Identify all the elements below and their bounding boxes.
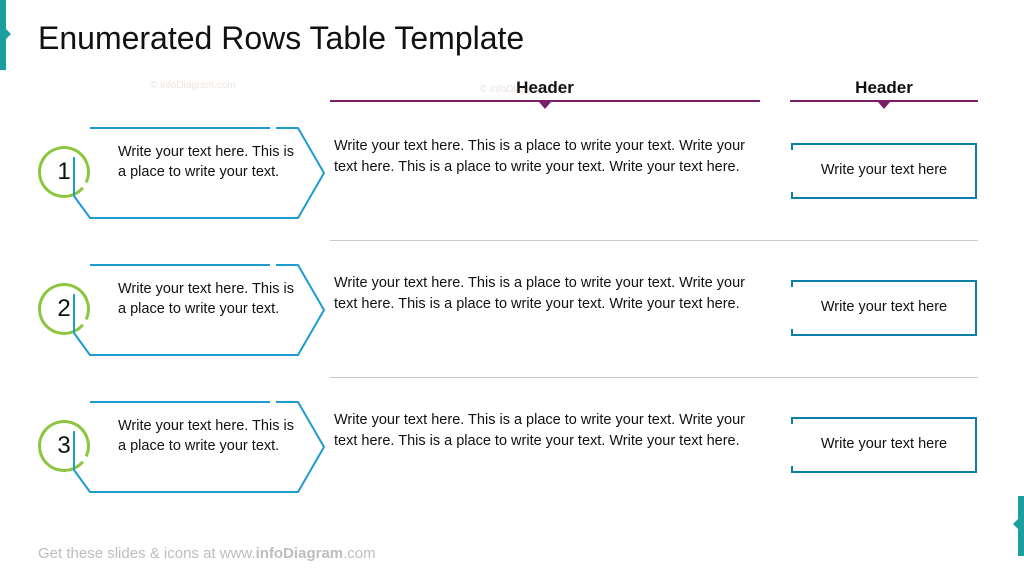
page-title: Enumerated Rows Table Template (38, 20, 524, 57)
column-header-3-rule (790, 100, 978, 102)
row-label-text: Write your text here. This is a place to… (118, 279, 300, 320)
edge-accent-right (1018, 496, 1024, 556)
footer-attribution: Get these slides & icons at www.infoDiag… (38, 545, 376, 562)
row-body-text: Write your text here. This is a place to… (334, 136, 760, 178)
row-callout-box: Write your text here (790, 279, 978, 337)
row-body-text: Write your text here. This is a place to… (334, 273, 760, 315)
slide: Enumerated Rows Table Template Header He… (0, 0, 1024, 576)
row-callout-text: Write your text here (821, 161, 947, 181)
chevron-down-icon (878, 102, 890, 109)
edge-accent-left (0, 0, 6, 70)
row-label-box: Write your text here. This is a place to… (72, 400, 328, 494)
column-header-3: Header (790, 78, 978, 98)
row-callout-box: Write your text here (790, 416, 978, 474)
row-separator (330, 377, 978, 378)
column-header-2-rule (330, 100, 760, 102)
row-label-text: Write your text here. This is a place to… (118, 416, 300, 457)
table-row: 2 Write your text here. This is a place … (38, 255, 978, 365)
row-callout-text: Write your text here (821, 298, 947, 318)
row-label-box: Write your text here. This is a place to… (72, 126, 328, 220)
row-callout-box: Write your text here (790, 142, 978, 200)
row-separator (330, 240, 978, 241)
table-row: 3 Write your text here. This is a place … (38, 392, 978, 502)
footer-text-suffix: .com (343, 545, 376, 562)
footer-text-bold: infoDiagram (256, 545, 344, 562)
table-row: 1 Write your text here. This is a place … (38, 118, 978, 228)
footer-text-prefix: Get these slides & icons at www. (38, 545, 256, 562)
row-label-box: Write your text here. This is a place to… (72, 263, 328, 357)
row-callout-text: Write your text here (821, 435, 947, 455)
chevron-down-icon (539, 102, 551, 109)
watermark: © infoDiagram.com (150, 80, 236, 91)
row-label-text: Write your text here. This is a place to… (118, 142, 300, 183)
row-body-text: Write your text here. This is a place to… (334, 410, 760, 452)
watermark: © infoDiagram.com (480, 84, 566, 95)
